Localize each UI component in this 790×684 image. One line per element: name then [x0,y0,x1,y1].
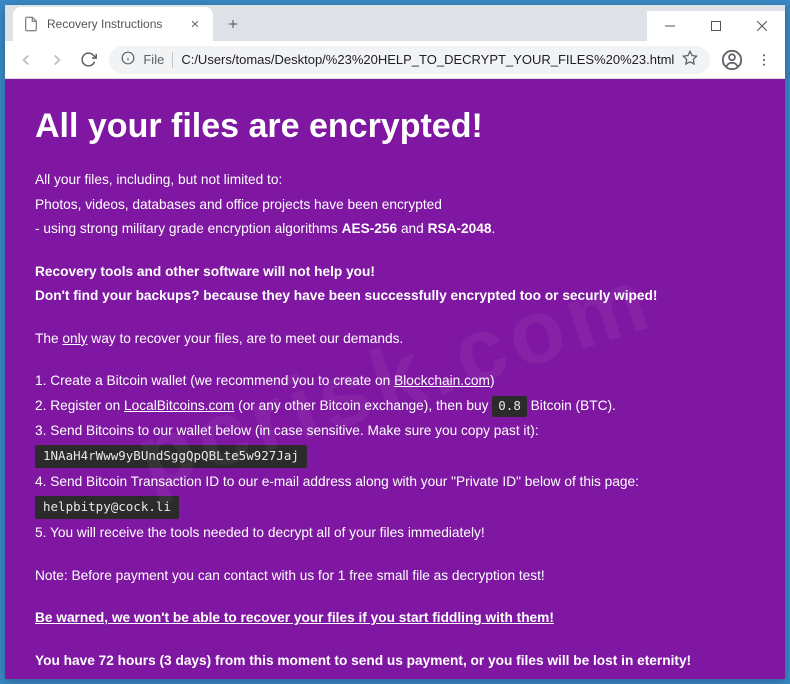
address-bar: File C:/Users/tomas/Desktop/%23%20HELP_T… [5,41,785,79]
note-line: Note: Before payment you can contact wit… [35,566,755,587]
link-text[interactable]: LocalBitcoins.com [124,398,234,413]
only-way-line: The only way to recover your files, are … [35,329,755,350]
omnibox[interactable]: File C:/Users/tomas/Desktop/%23%20HELP_T… [109,46,710,74]
wallet-address[interactable]: 1NAaH4rWww9yBUndSggQpQBLte5w927Jaj [35,445,307,468]
warning-line: Recovery tools and other software will n… [35,264,375,279]
deadline-line: You have 72 hours (3 days) from this mom… [35,653,691,668]
underlined-text: only [62,331,87,346]
profile-avatar-icon[interactable] [720,47,743,73]
text: ) [490,373,495,388]
kebab-menu-icon[interactable] [754,48,775,72]
tab-strip: Recovery Instructions [5,5,785,41]
warning-line: Don't find your backups? because they ha… [35,288,657,303]
intro-line: Photos, videos, databases and office pro… [35,195,755,216]
close-tab-button[interactable] [187,16,203,32]
tab-title: Recovery Instructions [47,17,179,31]
forward-button[interactable] [46,48,67,72]
text: (or any other Bitcoin exchange), then bu… [234,398,492,413]
step-1: 1. Create a Bitcoin wallet (we recommend… [35,371,755,392]
step-5: 5. You will receive the tools needed to … [35,523,755,544]
text: way to recover your files, are to meet o… [88,331,404,346]
url-scheme-label: File [143,52,164,67]
file-icon [23,16,39,32]
text: - using strong military grade encryption… [35,221,342,236]
be-warned-line: Be warned, we won't be able to recover y… [35,610,554,625]
text: The [35,331,62,346]
minimize-button[interactable] [647,11,693,41]
page-content: pcrisk.com All your files are encrypted!… [5,79,785,679]
maximize-button[interactable] [693,11,739,41]
step-2: 2. Register on LocalBitcoins.com (or any… [35,396,755,417]
separator [172,52,173,68]
intro-line: All your files, including, but not limit… [35,170,755,191]
text: . [492,221,496,236]
btc-amount: 0.8 [492,396,527,417]
window-controls [647,11,785,41]
algorithm-name: RSA-2048 [428,221,492,236]
algorithm-name: AES-256 [342,221,398,236]
page-heading: All your files are encrypted! [35,101,755,152]
browser-window: Recovery Instructions [5,5,785,679]
browser-tab[interactable]: Recovery Instructions [13,7,213,41]
step-4: 4. Send Bitcoin Transaction ID to our e-… [35,472,755,493]
reload-button[interactable] [78,48,99,72]
new-tab-button[interactable] [219,10,247,38]
url-text: C:/Users/tomas/Desktop/%23%20HELP_TO_DEC… [181,52,674,67]
text: 1. Create a Bitcoin wallet (we recommend… [35,373,394,388]
intro-line: - using strong military grade encryption… [35,219,755,240]
bookmark-star-icon[interactable] [682,50,698,69]
text: 2. Register on [35,398,124,413]
info-icon [121,51,135,68]
close-window-button[interactable] [739,11,785,41]
step-3: 3. Send Bitcoins to our wallet below (in… [35,421,755,442]
text: and [397,221,427,236]
text: Bitcoin (BTC). [527,398,616,413]
back-button[interactable] [15,48,36,72]
contact-email[interactable]: helpbitpy@cock.li [35,496,179,519]
link-text[interactable]: Blockchain.com [394,373,490,388]
